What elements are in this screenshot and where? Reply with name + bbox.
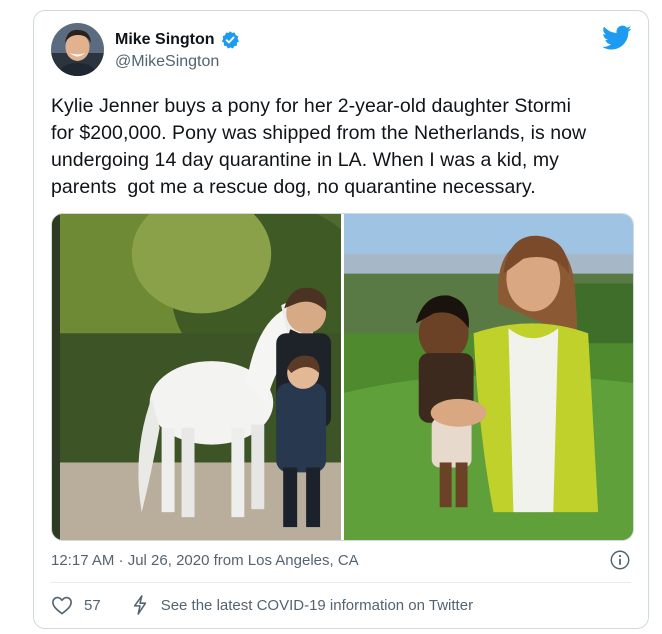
tweet-timestamp[interactable]: 12:17 AM · Jul 26, 2020 from Los Angeles…	[51, 552, 359, 569]
covid-info-link[interactable]: See the latest COVID-19 information on T…	[161, 597, 473, 614]
pony-photo[interactable]	[52, 214, 341, 540]
like-count: 57	[84, 596, 101, 614]
display-name[interactable]: Mike Sington	[115, 31, 215, 49]
tweet-card: Mike Sington @MikeSington Kylie Jenner b…	[33, 10, 649, 629]
heart-icon[interactable]	[51, 595, 73, 615]
info-icon[interactable]	[609, 549, 631, 571]
divider	[51, 582, 631, 583]
tweet-media[interactable]	[51, 213, 634, 541]
tweet-actions: 57 See the latest COVID-19 information o…	[51, 595, 473, 615]
avatar[interactable]	[51, 23, 104, 76]
author-handle[interactable]: @MikeSington	[115, 53, 219, 71]
tweet-text: Kylie Jenner buys a pony for her 2-year-…	[51, 95, 587, 198]
bolt-icon	[133, 595, 146, 615]
twitter-bird-icon[interactable]	[602, 25, 632, 51]
mother-daughter-photo[interactable]	[344, 214, 633, 540]
verified-badge-icon	[221, 31, 239, 49]
author-name-row: Mike Sington	[115, 30, 240, 50]
